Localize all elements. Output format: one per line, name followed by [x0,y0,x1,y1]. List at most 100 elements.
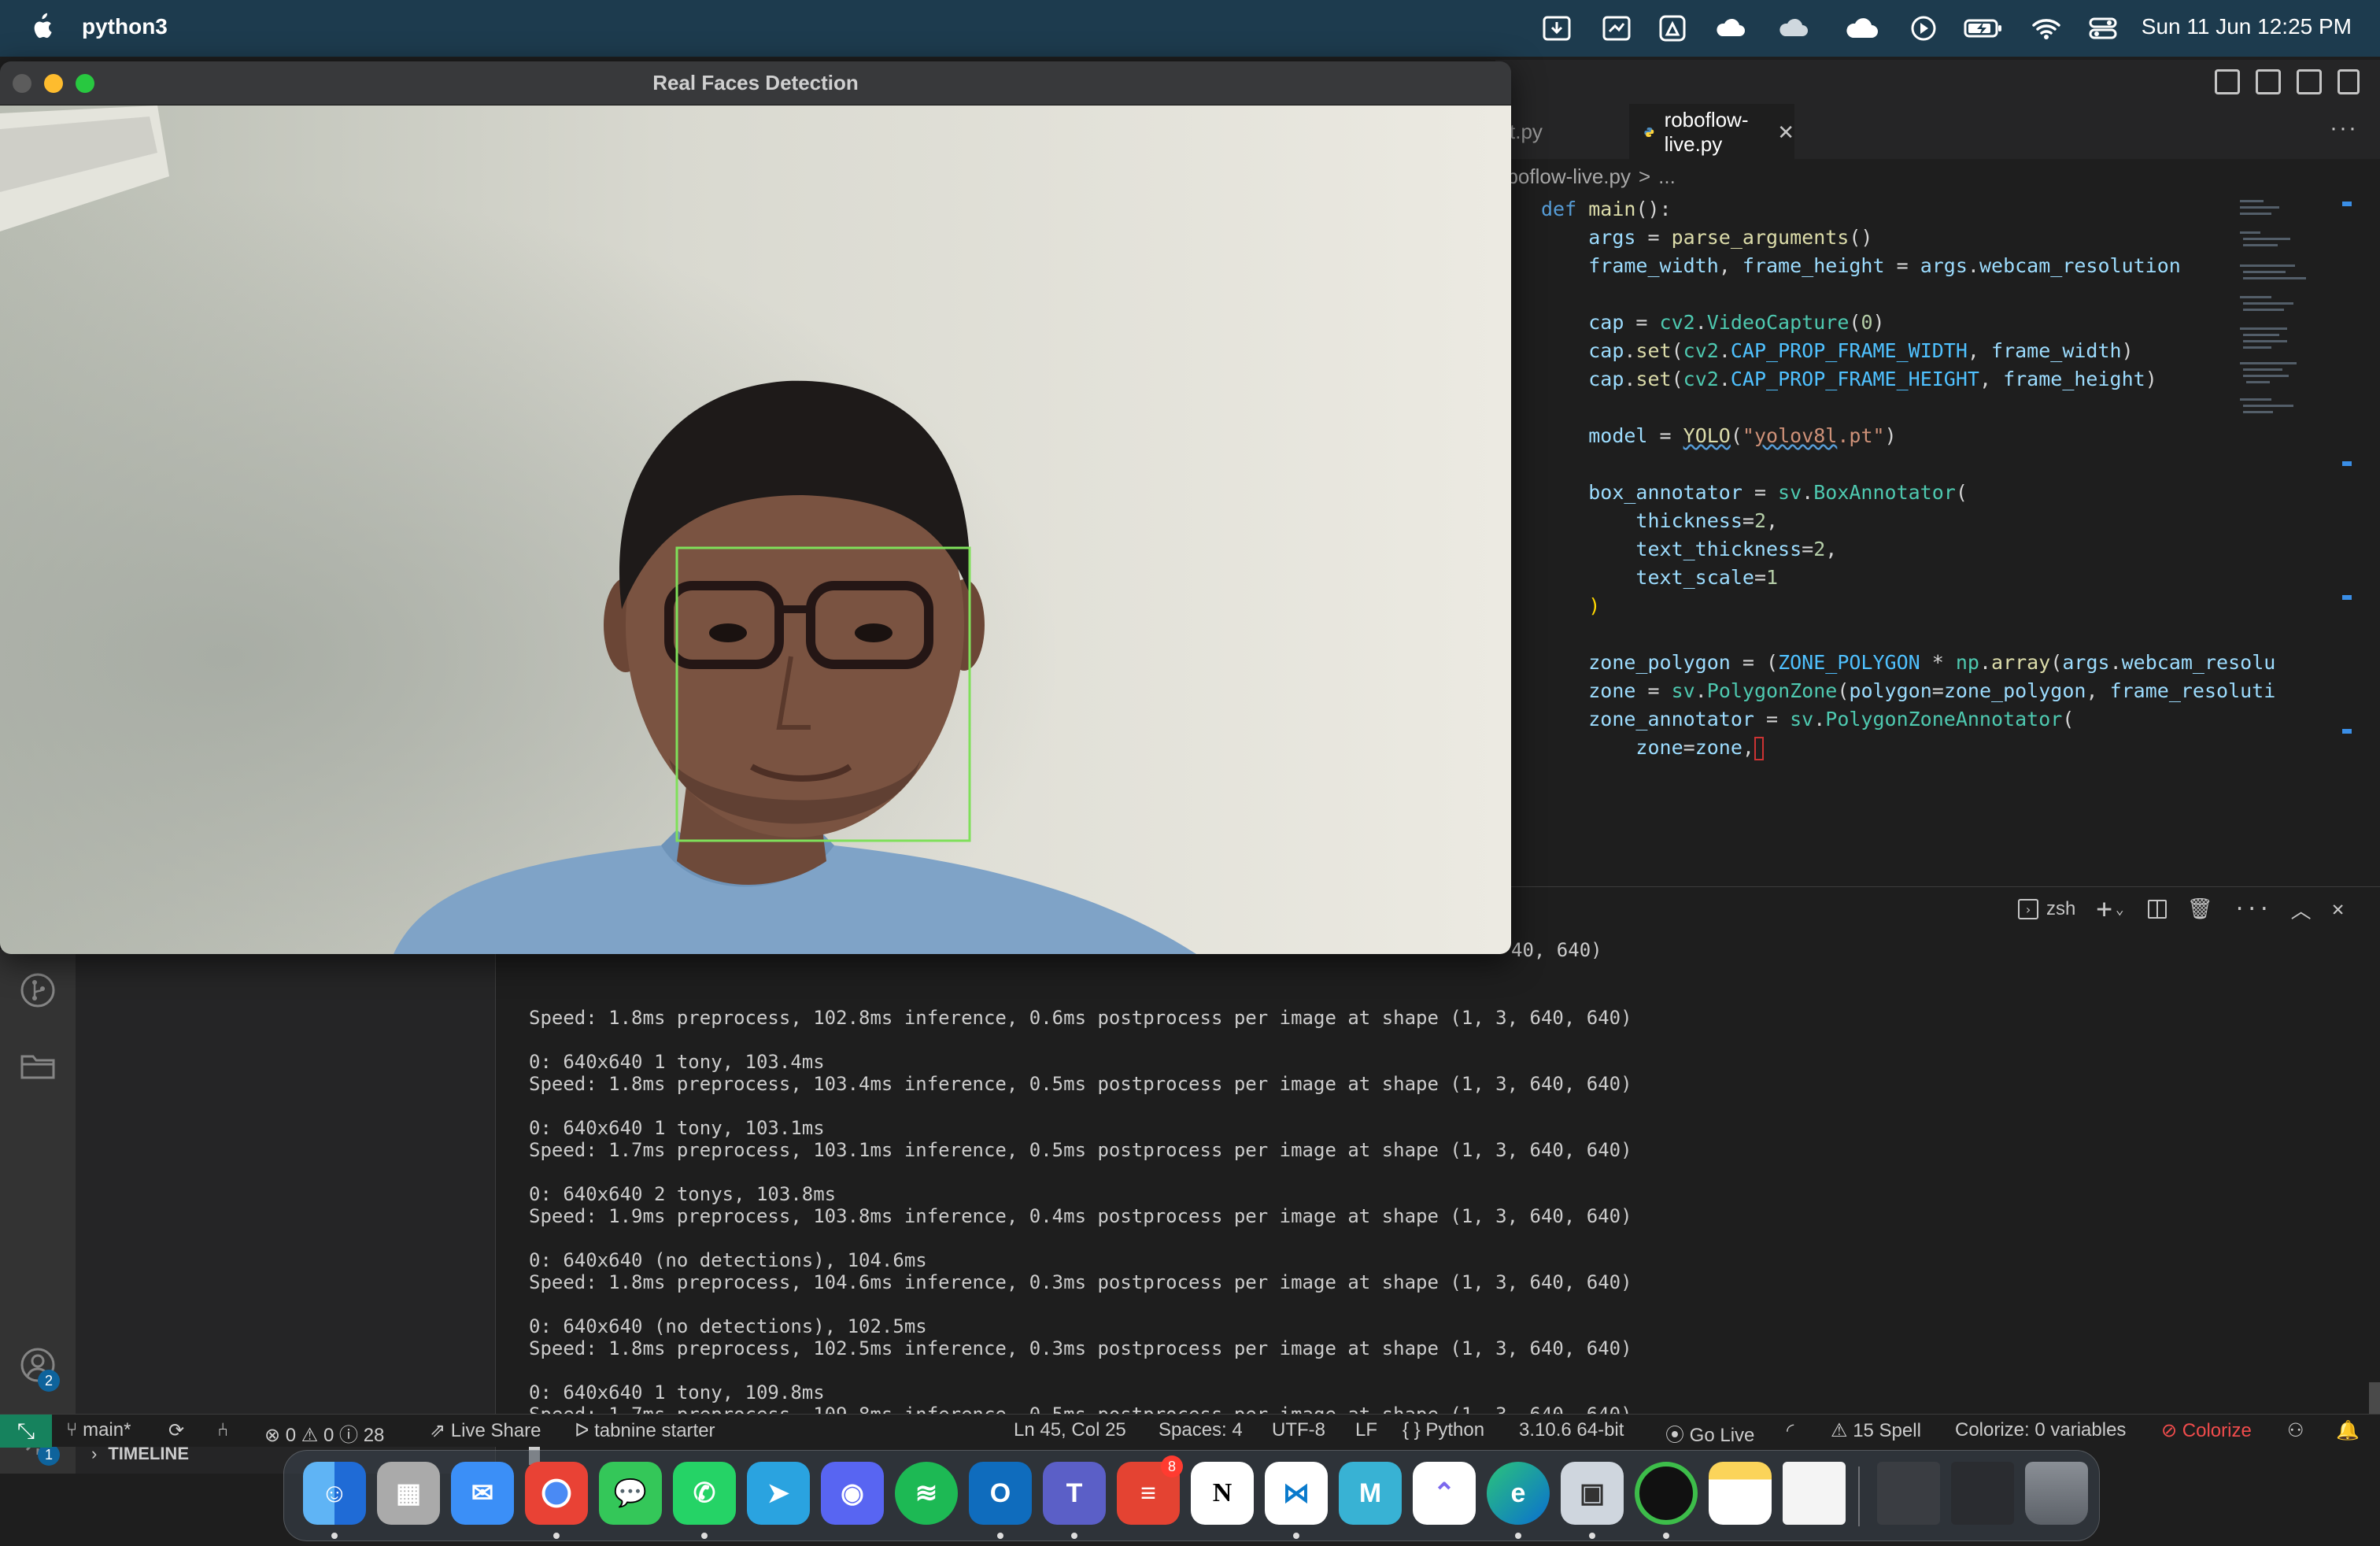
mail-app-icon[interactable]: ✉ [451,1462,514,1525]
terminal-line: 0: 640x640 1 tony, 103.1ms [529,1117,825,1139]
battery-icon[interactable] [1963,14,2004,43]
terminal-shell-label[interactable]: zsh [2046,898,2075,920]
loading-icon: ◜ [1787,1420,1794,1441]
cloud-sync-icon[interactable] [1776,14,1810,43]
go-live-button[interactable]: ⦿ Go Live [1665,1419,1754,1447]
new-terminal-icon[interactable]: + [2096,893,2112,925]
more-actions-icon[interactable]: ··· [2330,115,2358,142]
toggle-secondary-sidebar-icon[interactable] [2297,69,2322,94]
toggle-primary-sidebar-icon[interactable] [2215,69,2240,94]
camera-window-titlebar[interactable]: Real Faces Detection [0,61,1511,105]
git-graph-icon[interactable]: ⑃ [217,1419,228,1441]
folder-icon[interactable] [19,1047,57,1085]
branch-status[interactable]: ⑂ main* [66,1419,131,1441]
download-status-icon[interactable] [1541,14,1572,43]
cloud-icon[interactable] [1713,14,1747,43]
maximize-window-button[interactable] [76,74,94,93]
eol-status[interactable]: LF [1355,1419,1377,1441]
launchpad-app-icon[interactable]: ▦ [377,1462,440,1525]
wifi-icon[interactable] [2031,14,2062,43]
toggle-panel-icon[interactable] [2256,69,2281,94]
active-app-name[interactable]: python3 [82,14,168,39]
problems-status[interactable]: ⊗ 0 ⚠ 0 ⓘ 28 [264,1419,384,1447]
spotify-app-icon[interactable]: ≋ [895,1462,958,1525]
code-line: model = YOLO("yolov8l.pt") [1588,424,1897,447]
minimize-window-button[interactable] [44,74,63,93]
minimized-window-thumbnail[interactable] [1877,1462,1940,1525]
terminal-scrollbar[interactable] [2369,1382,2380,1414]
whatsapp-app-icon[interactable]: ✆ [673,1462,736,1525]
chevron-down-icon[interactable]: ⌄ [2116,901,2124,918]
feedback-icon[interactable]: ⚇ [2287,1419,2304,1442]
code-line: args = parse_arguments() [1588,226,1873,249]
vscode-app-icon[interactable]: ⋈ [1265,1462,1328,1525]
notion-app-icon[interactable]: N [1191,1462,1254,1525]
tabnine-status[interactable]: ᐅ tabnine starter [575,1419,715,1442]
more-actions-icon[interactable]: ··· [2234,897,2271,921]
code-line: cap.set(cv2.CAP_PROP_FRAME_HEIGHT, frame… [1588,368,2157,390]
apple-menu-icon[interactable] [28,11,54,43]
live-share-button[interactable]: ⇗ Live Share [430,1419,541,1442]
now-playing-icon[interactable] [1908,14,1939,43]
minimized-window-thumbnail[interactable] [1951,1462,2014,1525]
close-panel-icon[interactable]: ✕ [2332,897,2345,921]
mindnode-app-icon[interactable]: M [1339,1462,1402,1525]
customize-layout-icon[interactable] [2338,69,2360,94]
textedit-app-icon[interactable] [1783,1462,1846,1525]
python-interpreter[interactable]: 3.10.6 64-bit [1519,1419,1624,1441]
terminal-line: Speed: 1.8ms preprocess, 102.8ms inferen… [529,1007,1632,1029]
indentation-status[interactable]: Spaces: 4 [1159,1419,1243,1441]
trash-icon[interactable] [2025,1462,2088,1525]
code-line: zone = sv.PolygonZone(polygon=zone_polyg… [1588,679,2276,702]
tab-roboflow-live[interactable]: roboflow-live.py ✕ [1629,104,1794,159]
running-indicator [997,1533,1003,1539]
trash-icon[interactable]: 🗑 [2187,897,2213,921]
language-label: Python [1425,1419,1485,1441]
terminal-panel[interactable]: › zsh + ⌄ 🗑 ··· ︿ ✕ 40, 640) Speed: 1.8m… [496,886,2380,1474]
language-mode[interactable]: { } Python [1402,1419,1484,1441]
breadcrumb-symbol[interactable]: ... [1658,165,1676,189]
maximize-panel-icon[interactable]: ︿ [2291,895,2312,924]
weather-cloud-icon[interactable] [1845,14,1879,43]
camera-window[interactable]: Real Faces Detection [0,61,1511,954]
clickup-app-icon[interactable]: ⌃ [1413,1462,1476,1525]
code-line: cap = cv2.VideoCapture(0) [1588,311,1885,334]
chrome-app-icon[interactable] [525,1462,588,1525]
breadcrumb-file[interactable]: oboflow-live.py [1495,165,1631,189]
activity-app-icon[interactable] [1635,1462,1698,1525]
colorize-button[interactable]: ⊘ Colorize [2161,1419,2252,1442]
close-tab-icon[interactable]: ✕ [1777,120,1794,145]
screen-capture-icon[interactable] [1601,14,1632,43]
terminal-line: Speed: 1.8ms preprocess, 103.4ms inferen… [529,1073,1632,1095]
spell-status[interactable]: ⚠ 15 Spell [1831,1419,1921,1442]
code-editor[interactable]: def main(): args = parse_arguments() fra… [1495,194,2380,886]
sync-icon[interactable]: ⟳ [168,1419,184,1442]
outlook-app-icon[interactable]: O [969,1462,1032,1525]
terminal-line: Speed: 1.9ms preprocess, 103.8ms inferen… [529,1205,1632,1227]
split-terminal-icon[interactable] [2147,900,2167,919]
edge-app-icon[interactable]: e [1487,1462,1550,1525]
finder-app-icon[interactable]: ☺ [303,1462,366,1525]
notes-app-icon[interactable] [1709,1462,1772,1525]
messages-app-icon[interactable]: 💬 [599,1462,662,1525]
discord-app-icon[interactable]: ◉ [821,1462,884,1525]
drive-app-icon[interactable] [1658,14,1689,43]
terminal-shell-icon[interactable]: › [2018,899,2038,919]
teams-app-icon[interactable]: T [1043,1462,1106,1525]
telegram-app-icon[interactable]: ➤ [747,1462,810,1525]
minimap[interactable] [2234,194,2352,886]
cursor-position[interactable]: Ln 45, Col 25 [1014,1419,1126,1441]
go-live-label: Go Live [1689,1425,1755,1446]
encoding-status[interactable]: UTF-8 [1272,1419,1325,1441]
menubar-clock[interactable]: Sun 11 Jun 12:25 PM [2142,14,2352,39]
source-control-icon[interactable] [19,971,57,1009]
remote-indicator-icon[interactable]: ⤡ [0,1415,52,1448]
notifications-bell-icon[interactable]: 🔔 [2336,1419,2360,1442]
control-center-icon[interactable] [2087,14,2119,43]
colorize-variables-status[interactable]: Colorize: 0 variables [1955,1419,2126,1441]
tab-other-file[interactable]: t.py [1495,104,1621,159]
live-share-label: Live Share [450,1420,541,1441]
todoist-badge: 8 [1161,1455,1183,1478]
close-window-button[interactable] [13,74,31,93]
preview-app-icon[interactable]: ▣ [1561,1462,1624,1525]
